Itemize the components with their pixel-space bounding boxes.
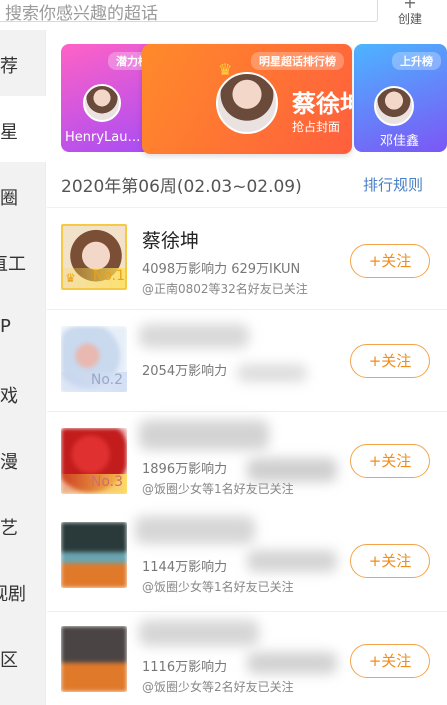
plus-icon: + bbox=[403, 0, 417, 12]
friends-following: @饭圈少女等1名好友已关注 bbox=[142, 580, 294, 594]
avatar: No.2 bbox=[61, 326, 127, 392]
friends-following: @饭圈少女等2名好友已关注 bbox=[142, 680, 294, 694]
star-stats: 1896万影响力 bbox=[142, 462, 228, 477]
redacted-name bbox=[135, 516, 255, 544]
redacted-text bbox=[247, 550, 337, 572]
sidebar-item-comics[interactable]: 漫 bbox=[0, 426, 46, 492]
sidebar-item-tv[interactable]: 视剧 bbox=[0, 558, 46, 624]
rising-card[interactable]: 上升榜 邓佳鑫 bbox=[354, 44, 447, 152]
avatar bbox=[61, 522, 127, 588]
cover-cta: 抢占封面 bbox=[292, 120, 341, 134]
sidebar-item-label: 星 bbox=[0, 122, 18, 143]
redacted-name bbox=[139, 324, 249, 348]
redacted-text bbox=[247, 652, 337, 674]
avatar bbox=[61, 626, 127, 692]
rank-badge: No.3 bbox=[61, 474, 127, 494]
follow-button[interactable]: +关注 bbox=[350, 444, 430, 478]
star-stats: 4098万影响力 629万IKUN bbox=[142, 262, 301, 277]
sidebar-item-label: 区 bbox=[0, 650, 18, 671]
follow-button[interactable]: +关注 bbox=[350, 644, 430, 678]
sidebar-item-circle[interactable]: 圈 bbox=[0, 162, 46, 228]
sidebar-item-label: 视剧 bbox=[0, 584, 26, 605]
sidebar-item-label: 直工 bbox=[0, 254, 26, 275]
follow-button[interactable]: +关注 bbox=[350, 544, 430, 578]
star-stats: 1144万影响力 bbox=[142, 560, 228, 575]
star-ranking-tag: 明星超话排行榜 bbox=[251, 52, 344, 70]
sidebar-item-label: 艺 bbox=[0, 518, 18, 539]
redacted-name bbox=[139, 420, 269, 450]
sidebar-item-p[interactable]: P bbox=[0, 294, 46, 360]
ranking-rules-link[interactable]: 排行规则 bbox=[363, 174, 423, 195]
potential-name: HenryLau… bbox=[65, 130, 141, 145]
sidebar-item-label: 漫 bbox=[0, 452, 18, 473]
star-name: 蔡徐坤 bbox=[142, 230, 200, 252]
friends-following: @正南0802等32名好友已关注 bbox=[142, 282, 308, 296]
sidebar-item-recommend[interactable]: 荐 bbox=[0, 30, 46, 96]
ranking-row[interactable]: No.2 2054万影响力 +关注 bbox=[47, 312, 447, 412]
sidebar-item-stars[interactable]: 星 bbox=[0, 96, 46, 162]
avatar: No.1 ♛ bbox=[61, 224, 127, 290]
sidebar-item-games[interactable]: 戏 bbox=[0, 360, 46, 426]
ranking-row[interactable]: No.3 1896万影响力 @饭圈少女等1名好友已关注 +关注 bbox=[47, 414, 447, 514]
category-sidebar: 荐 星 圈 直工 P 戏 漫 艺 视剧 区 bbox=[0, 30, 46, 705]
sidebar-item-label: P bbox=[0, 316, 11, 337]
avatar: No.3 bbox=[61, 428, 127, 494]
friends-following: @饭圈少女等1名好友已关注 bbox=[142, 482, 294, 496]
rank-badge: No.2 bbox=[61, 372, 127, 392]
star-ranking-card[interactable]: 明星超话排行榜 ♛ 蔡徐坤 抢占封面 bbox=[142, 44, 352, 154]
crown-icon: ♛ bbox=[65, 271, 76, 285]
avatar bbox=[216, 72, 278, 134]
avatar bbox=[83, 84, 121, 122]
redacted-text bbox=[237, 364, 307, 382]
sidebar-item-region[interactable]: 区 bbox=[0, 624, 46, 690]
star-stats: 2054万影响力 bbox=[142, 364, 228, 379]
star-stats: 1116万影响力 bbox=[142, 660, 228, 675]
top-bar: 搜索你感兴趣的超话 + 创建 bbox=[0, 0, 447, 30]
top-star-name: 蔡徐坤 bbox=[292, 90, 352, 118]
create-button[interactable]: + 创建 bbox=[388, 0, 432, 27]
week-title: 2020年第06周(02.03~02.09) bbox=[61, 177, 302, 197]
sidebar-item-work[interactable]: 直工 bbox=[0, 228, 46, 294]
redacted-text bbox=[247, 458, 337, 482]
rising-tag: 上升榜 bbox=[392, 52, 441, 70]
rising-name: 邓佳鑫 bbox=[380, 134, 420, 149]
sidebar-item-label: 荐 bbox=[0, 56, 18, 77]
follow-button[interactable]: +关注 bbox=[350, 344, 430, 378]
sidebar-item-variety[interactable]: 艺 bbox=[0, 492, 46, 558]
redacted-name bbox=[139, 620, 259, 646]
sidebar-item-label: 圈 bbox=[0, 188, 18, 209]
avatar bbox=[374, 86, 414, 126]
sidebar-item-label: 戏 bbox=[0, 386, 18, 407]
ranking-row[interactable]: No.1 ♛ 蔡徐坤 4098万影响力 629万IKUN @正南0802等32名… bbox=[47, 210, 447, 310]
follow-button[interactable]: +关注 bbox=[350, 244, 430, 278]
search-input[interactable]: 搜索你感兴趣的超话 bbox=[0, 0, 378, 24]
ranking-row[interactable]: 1144万影响力 @饭圈少女等1名好友已关注 +关注 bbox=[47, 512, 447, 612]
search-placeholder: 搜索你感兴趣的超话 bbox=[5, 4, 158, 24]
ranking-row[interactable]: 1116万影响力 @饭圈少女等2名好友已关注 +关注 bbox=[47, 612, 447, 705]
week-header: 2020年第06周(02.03~02.09) 排行规则 bbox=[47, 160, 447, 208]
create-label: 创建 bbox=[397, 12, 422, 26]
ranking-banner: 潜力榜 HenryLau… 上升榜 邓佳鑫 明星超话排行榜 ♛ 蔡徐坤 抢占封面 bbox=[47, 30, 447, 160]
